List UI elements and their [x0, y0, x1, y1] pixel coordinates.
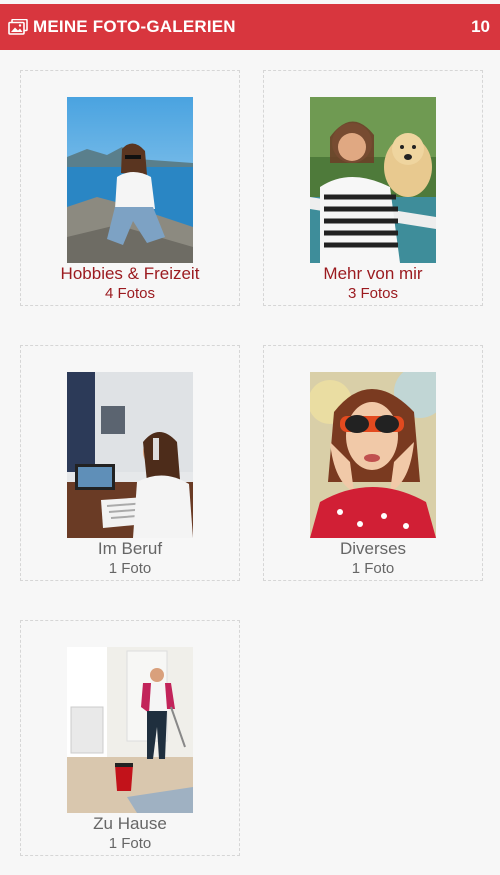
gallery-name[interactable]: Diverses [264, 539, 482, 559]
gallery-photo-count: 4 Fotos [104, 285, 156, 302]
gallery-thumbnail[interactable] [310, 372, 436, 538]
gallery-header: MEINE FOTO-GALERIEN 10 [0, 4, 500, 50]
gallery-photo-count: 3 Fotos [347, 285, 399, 302]
page-title: MEINE FOTO-GALERIEN [33, 17, 236, 36]
gallery-name[interactable]: Zu Hause [21, 814, 239, 834]
gallery-count: 10 [471, 17, 490, 36]
gallery-thumbnail[interactable] [67, 97, 193, 263]
gallery-card-im-beruf[interactable]: Im Beruf 1 Foto [20, 345, 240, 581]
gallery-card-diverses[interactable]: Diverses 1 Foto [263, 345, 483, 581]
gallery-card-zu-hause[interactable]: Zu Hause 1 Foto [20, 620, 240, 856]
gallery-photo-count: 1 Foto [351, 560, 395, 577]
gallery-icon [8, 19, 28, 35]
gallery-thumbnail[interactable] [310, 97, 436, 263]
gallery-thumbnail[interactable] [67, 647, 193, 813]
gallery-name[interactable]: Hobbies & Freizeit [21, 264, 239, 284]
gallery-card-hobbies[interactable]: Hobbies & Freizeit 4 Fotos [20, 70, 240, 306]
gallery-name[interactable]: Im Beruf [21, 539, 239, 559]
gallery-photo-count: 1 Foto [108, 560, 152, 577]
gallery-name[interactable]: Mehr von mir [264, 264, 482, 284]
gallery-photo-count: 1 Foto [108, 835, 152, 852]
gallery-card-mehr-von-mir[interactable]: Mehr von mir 3 Fotos [263, 70, 483, 306]
gallery-thumbnail[interactable] [67, 372, 193, 538]
